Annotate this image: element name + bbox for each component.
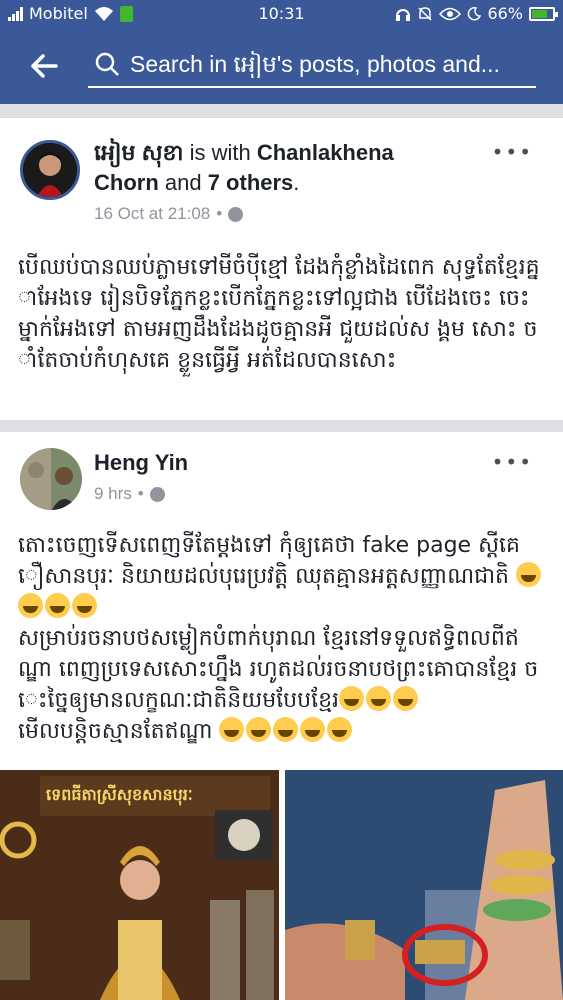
post-text: បើឈប់បានឈប់ភ្លាមទៅមីចំប៉ីខ្មៅ ដែងកុំខ្លា… xyxy=(18,255,540,373)
post-text-part-2: សម្រាប់រចនាបថសម្លៀកបំពាក់បុរាណ ខ្មែរនៅទទ… xyxy=(18,626,539,713)
status-bar: Mobitel 10:31 66% xyxy=(0,0,563,28)
back-button[interactable] xyxy=(26,48,62,84)
post-photo[interactable] xyxy=(285,770,563,1000)
more-options-button[interactable]: ••• xyxy=(492,140,533,164)
with-text: is with xyxy=(183,140,257,165)
laughing-tears-emoji-icon xyxy=(273,717,299,742)
back-arrow-icon xyxy=(31,54,58,78)
laughing-tears-emoji-icon xyxy=(327,717,353,742)
post-text-part-1: តោះចេញទើសពេញទីតែម្តងទៅ កុំឲ្យគេថា fake p… xyxy=(18,533,520,589)
laughing-tears-emoji-icon xyxy=(45,593,70,618)
laughing-tears-emoji-icon xyxy=(18,593,43,618)
laughing-tears-emoji-icon xyxy=(246,717,272,742)
battery-percent: 66% xyxy=(487,4,523,23)
tagged-user[interactable]: Chanlakhena xyxy=(257,140,394,165)
globe-icon[interactable] xyxy=(149,486,165,502)
post-text: តោះចេញទើសពេញទីតែម្តងទៅ កុំឲ្យគេថា fake p… xyxy=(18,530,543,747)
post-card: អៀម សុខា is with Chanlakhena Chorn and 7… xyxy=(0,118,563,420)
post-text-part-3: មើលបន្តិចស្មានតែឥណ្ឌា xyxy=(18,719,213,744)
search-header xyxy=(0,28,563,104)
separator: • xyxy=(216,204,223,223)
headset-icon xyxy=(396,8,411,21)
timestamp[interactable]: 9 hrs xyxy=(94,484,132,504)
post-meta: 16 Oct at 21:08 • xyxy=(94,204,244,224)
laughing-tears-emoji-icon xyxy=(219,717,245,742)
post-card: Heng Yin 9 hrs • ••• តោះចេញទើសពេញទីតែម្ត… xyxy=(0,432,563,1000)
laughing-tears-emoji-icon xyxy=(300,717,326,742)
photo-caption: ទេពធីតាស្រីសុខសានបុរៈ xyxy=(46,785,193,804)
search-bar[interactable] xyxy=(88,42,536,88)
search-icon xyxy=(95,52,119,76)
mute-icon xyxy=(418,6,432,21)
post-header: អៀម សុខា is with Chanlakhena Chorn and 7… xyxy=(94,138,494,198)
separator: • xyxy=(137,484,144,503)
laughing-tears-emoji-icon xyxy=(72,593,97,618)
globe-icon[interactable] xyxy=(228,206,244,222)
laughing-tears-emoji-icon xyxy=(366,686,392,711)
and-text: and xyxy=(158,170,208,195)
author-name[interactable]: Heng Yin xyxy=(94,450,188,475)
timestamp[interactable]: 16 Oct at 21:08 xyxy=(94,204,210,224)
laughing-tears-emoji-icon xyxy=(393,686,419,711)
avatar[interactable] xyxy=(20,448,82,510)
laughing-tears-emoji-icon xyxy=(339,686,365,711)
battery-icon xyxy=(529,6,558,21)
author-name[interactable]: អៀម សុខា xyxy=(94,140,183,165)
post-header: Heng Yin xyxy=(94,448,188,478)
tagged-user-rest[interactable]: Chorn xyxy=(94,170,159,195)
post-meta: 9 hrs • xyxy=(94,484,165,504)
more-options-button[interactable]: ••• xyxy=(492,450,533,474)
moon-icon xyxy=(468,6,482,20)
post-photo[interactable]: ទេពធីតាស្រីសុខសានបុរៈ xyxy=(0,770,279,1000)
period-text: . xyxy=(293,170,300,195)
eye-icon xyxy=(439,7,462,20)
others-link[interactable]: 7 others xyxy=(208,170,294,195)
avatar[interactable] xyxy=(20,140,80,200)
search-input[interactable] xyxy=(130,50,520,78)
laughing-tears-emoji-icon xyxy=(516,562,541,587)
